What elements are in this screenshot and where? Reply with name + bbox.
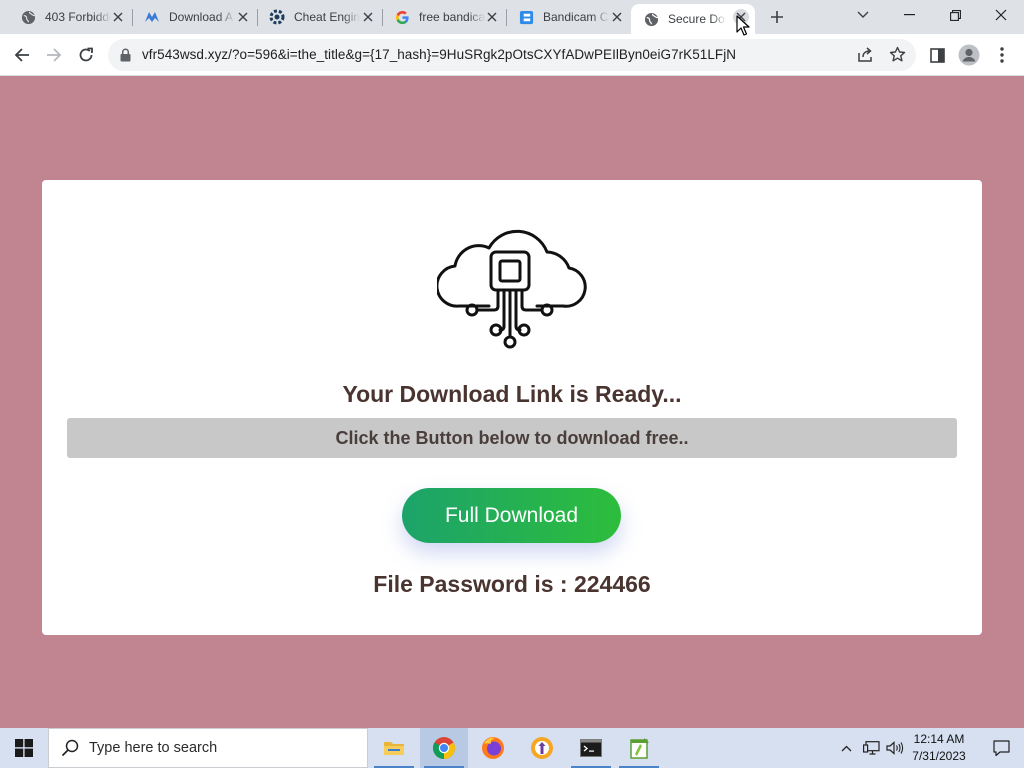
- volume-icon[interactable]: [884, 728, 906, 768]
- bookmark-star-icon[interactable]: [889, 46, 906, 68]
- firefox-icon[interactable]: [469, 728, 517, 768]
- system-clock[interactable]: 12:14 AM 7/31/2023: [906, 731, 972, 765]
- notepad-plus-plus-icon[interactable]: [615, 728, 663, 768]
- tab-title: Cheat Engine: [294, 10, 360, 24]
- new-tab-button[interactable]: [767, 7, 787, 27]
- side-panel-button[interactable]: [923, 41, 951, 69]
- tab-cheat-engine[interactable]: Cheat Engine: [257, 0, 383, 34]
- profile-avatar-icon[interactable]: [955, 41, 983, 69]
- browser-toolbar: vfr543wsd.xyz/?o=596&i=the_title&g={17_h…: [0, 34, 1024, 76]
- restore-button[interactable]: [932, 0, 978, 30]
- tab-title: free bandicam: [419, 10, 485, 24]
- cheat-engine-icon: [269, 9, 285, 25]
- file-explorer-icon[interactable]: [370, 728, 418, 768]
- page-heading: Your Download Link is Ready...: [342, 381, 682, 407]
- tab-search-button[interactable]: [840, 0, 886, 30]
- windows-taskbar: Type here to search 12:14 AM 7/31/2023: [0, 728, 1024, 768]
- download-card: Your Download Link is Ready... Click the…: [42, 180, 982, 635]
- clock-time: 12:14 AM: [913, 732, 965, 746]
- tab-free-bandicam[interactable]: free bandicam: [382, 0, 507, 34]
- avast-browser-icon[interactable]: [518, 728, 566, 768]
- close-tab-icon[interactable]: [360, 9, 376, 25]
- reload-button[interactable]: [72, 41, 100, 69]
- tab-strip: 403 Forbidden Download A Cheat Engine fr…: [0, 0, 1024, 34]
- windows-logo-icon: [15, 739, 33, 757]
- tab-download[interactable]: Download A: [132, 0, 258, 34]
- bandicam-icon: [518, 9, 534, 25]
- tab-title: 403 Forbidden: [45, 10, 111, 24]
- cloud-download-icon: [437, 229, 587, 349]
- back-button[interactable]: [8, 41, 36, 69]
- tab-bandicam[interactable]: Bandicam C: [506, 0, 631, 34]
- close-tab-icon[interactable]: [235, 9, 251, 25]
- tab-403-forbidden[interactable]: 403 Forbidden: [8, 0, 133, 34]
- close-tab-icon[interactable]: [110, 9, 126, 25]
- command-prompt-icon[interactable]: [567, 728, 615, 768]
- download-site-icon: [144, 9, 160, 25]
- globe-icon: [20, 9, 36, 25]
- clock-date: 7/31/2023: [912, 749, 966, 763]
- tab-title: Secure Download: [668, 12, 726, 26]
- search-icon: [61, 738, 81, 758]
- chrome-icon[interactable]: [420, 728, 468, 768]
- taskbar-search-box[interactable]: Type here to search: [48, 728, 368, 768]
- minimize-button[interactable]: [886, 0, 932, 30]
- close-tab-icon[interactable]: [484, 9, 500, 25]
- url-text[interactable]: vfr543wsd.xyz/?o=596&i=the_title&g={17_h…: [142, 47, 736, 62]
- file-password-text: File Password is : 224466: [373, 571, 651, 597]
- network-icon[interactable]: [860, 728, 882, 768]
- lock-icon[interactable]: [120, 48, 131, 67]
- tab-title: Bandicam C: [543, 10, 609, 24]
- close-tab-icon[interactable]: [609, 9, 625, 25]
- google-icon: [394, 9, 410, 25]
- tab-title: Download A: [169, 10, 234, 24]
- menu-kebab-icon[interactable]: [988, 41, 1016, 69]
- show-hidden-icons-chevron-icon[interactable]: [837, 728, 855, 768]
- instruction-banner: Click the Button below to download free.…: [67, 418, 957, 458]
- start-button[interactable]: [0, 728, 48, 768]
- globe-icon: [643, 11, 659, 27]
- mouse-cursor-icon: [736, 15, 750, 36]
- close-window-button[interactable]: [978, 0, 1024, 30]
- notification-center-icon[interactable]: [978, 728, 1024, 768]
- search-placeholder: Type here to search: [89, 740, 218, 756]
- full-download-button[interactable]: Full Download: [402, 488, 621, 543]
- share-icon[interactable]: [857, 47, 874, 68]
- address-bar[interactable]: vfr543wsd.xyz/?o=596&i=the_title&g={17_h…: [108, 39, 916, 71]
- forward-button[interactable]: [40, 41, 68, 69]
